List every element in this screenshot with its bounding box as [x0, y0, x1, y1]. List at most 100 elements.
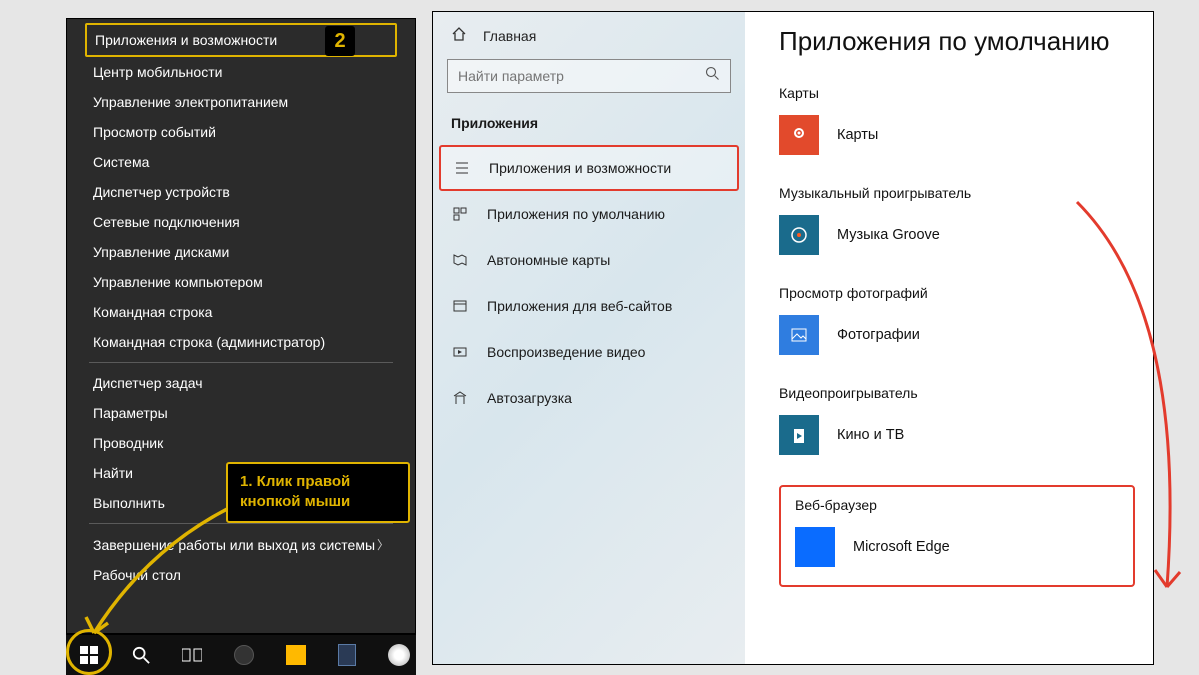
winx-separator: [89, 523, 393, 524]
nav-item-apps-websites[interactable]: Приложения для веб-сайтов: [433, 283, 745, 329]
nav-item-default-apps[interactable]: Приложения по умолчанию: [433, 191, 745, 237]
winx-context-menu: Приложения и возможности Центр мобильнос…: [66, 18, 416, 634]
winx-label: Управление дисками: [93, 244, 229, 260]
winx-label: Центр мобильности: [93, 64, 222, 80]
list-icon: [453, 159, 471, 177]
winx-item-desktop[interactable]: Рабочий стол: [67, 560, 415, 590]
winx-label: Командная строка (администратор): [93, 334, 325, 350]
photos-icon: [779, 315, 819, 355]
search-input[interactable]: [458, 68, 698, 84]
nav-section-title: Приложения: [433, 115, 745, 145]
groove-icon: [779, 215, 819, 255]
app-label: Карты: [837, 127, 878, 143]
winx-label: Сетевые подключения: [93, 214, 240, 230]
calculator-icon: [338, 644, 356, 666]
winx-label: Найти: [93, 465, 133, 481]
winx-label: Диспетчер задач: [93, 375, 203, 391]
winx-item-settings[interactable]: Параметры: [67, 398, 415, 428]
winx-item-taskmgr[interactable]: Диспетчер задач: [67, 368, 415, 398]
annotation-callout-1: 1. Клик правой кнопкой мыши: [226, 462, 410, 523]
nav-home[interactable]: Главная: [433, 26, 745, 59]
settings-search[interactable]: [447, 59, 731, 93]
default-app-music[interactable]: Музыка Groove: [779, 215, 1135, 255]
winx-label: Управление компьютером: [93, 274, 263, 290]
group-heading-browser: Веб-браузер: [795, 497, 1119, 513]
nav-label: Приложения и возможности: [489, 160, 671, 176]
settings-content: Приложения по умолчанию Карты Карты Музы…: [745, 12, 1153, 664]
nav-item-apps-features[interactable]: Приложения и возможности: [439, 145, 739, 191]
annotation-badge-2: 2: [325, 26, 355, 56]
app-label: Кино и ТВ: [837, 427, 904, 443]
browser-icon: [388, 644, 410, 666]
start-button[interactable]: [72, 638, 106, 672]
movies-icon: [779, 415, 819, 455]
winx-item-network[interactable]: Сетевые подключения: [67, 207, 415, 237]
winx-label: Просмотр событий: [93, 124, 216, 140]
nav-item-startup[interactable]: Автозагрузка: [433, 375, 745, 421]
nav-label: Автономные карты: [487, 252, 610, 268]
nav-label: Автозагрузка: [487, 390, 572, 406]
windows-icon: [80, 646, 98, 664]
winx-panel: Приложения и возможности Центр мобильнос…: [0, 0, 420, 675]
nav-label: Приложения по умолчанию: [487, 206, 665, 222]
taskbar-taskview[interactable]: [175, 638, 209, 672]
settings-nav: Главная Приложения Приложения и возможно…: [433, 12, 745, 664]
home-icon: [451, 26, 467, 45]
search-icon: [705, 66, 720, 86]
group-heading-video: Видеопроигрыватель: [779, 385, 1135, 401]
app-label: Microsoft Edge: [853, 539, 950, 555]
edge-icon: [795, 527, 835, 567]
chevron-right-icon: 〉: [377, 536, 389, 553]
defaults-icon: [451, 205, 469, 223]
default-app-photos[interactable]: Фотографии: [779, 315, 1135, 355]
map-icon: [451, 251, 469, 269]
winx-label: Проводник: [93, 435, 163, 451]
winx-separator: [89, 362, 393, 363]
maps-icon: [779, 115, 819, 155]
winx-item-mobility[interactable]: Центр мобильности: [67, 57, 415, 87]
winx-label: Приложения и возможности: [95, 32, 277, 48]
sticky-notes-icon: [286, 645, 306, 665]
search-icon: [132, 646, 150, 664]
nav-label: Приложения для веб-сайтов: [487, 298, 672, 314]
link-icon: [451, 297, 469, 315]
taskbar-app-1[interactable]: [227, 638, 261, 672]
page-title: Приложения по умолчанию: [779, 26, 1135, 57]
taskbar-app-3[interactable]: [331, 638, 365, 672]
default-app-maps[interactable]: Карты: [779, 115, 1135, 155]
group-heading-music: Музыкальный проигрыватель: [779, 185, 1135, 201]
taskbar-app-4[interactable]: [382, 638, 416, 672]
winx-label: Диспетчер устройств: [93, 184, 230, 200]
winx-item-cmd-admin[interactable]: Командная строка (администратор): [67, 327, 415, 357]
browser-group-highlight: Веб-браузер Microsoft Edge: [779, 485, 1135, 587]
nav-home-label: Главная: [483, 28, 536, 44]
group-heading-maps: Карты: [779, 85, 1135, 101]
settings-window: Главная Приложения Приложения и возможно…: [432, 11, 1154, 665]
winx-item-devicemgr[interactable]: Диспетчер устройств: [67, 177, 415, 207]
winx-label: Управление электропитанием: [93, 94, 288, 110]
winx-label: Завершение работы или выход из системы: [93, 537, 375, 553]
taskbar: [66, 634, 416, 675]
winx-label: Параметры: [93, 405, 168, 421]
nav-label: Воспроизведение видео: [487, 344, 645, 360]
winx-item-explorer[interactable]: Проводник: [67, 428, 415, 458]
winx-label: Выполнить: [93, 495, 165, 511]
taskbar-app-2[interactable]: [279, 638, 313, 672]
winx-item-diskmgr[interactable]: Управление дисками: [67, 237, 415, 267]
winx-item-computermgr[interactable]: Управление компьютером: [67, 267, 415, 297]
taskbar-search[interactable]: [124, 638, 158, 672]
taskview-icon: [182, 647, 202, 663]
winx-item-power[interactable]: Управление электропитанием: [67, 87, 415, 117]
winx-item-system[interactable]: Система: [67, 147, 415, 177]
winx-item-shutdown[interactable]: Завершение работы или выход из системы 〉: [67, 529, 415, 560]
startup-icon: [451, 389, 469, 407]
winx-label: Рабочий стол: [93, 567, 181, 583]
app-label: Фотографии: [837, 327, 920, 343]
group-heading-photos: Просмотр фотографий: [779, 285, 1135, 301]
default-app-browser[interactable]: Microsoft Edge: [795, 527, 1119, 567]
default-app-video[interactable]: Кино и ТВ: [779, 415, 1135, 455]
nav-item-video[interactable]: Воспроизведение видео: [433, 329, 745, 375]
winx-item-eventviewer[interactable]: Просмотр событий: [67, 117, 415, 147]
winx-item-cmd[interactable]: Командная строка: [67, 297, 415, 327]
nav-item-offline-maps[interactable]: Автономные карты: [433, 237, 745, 283]
